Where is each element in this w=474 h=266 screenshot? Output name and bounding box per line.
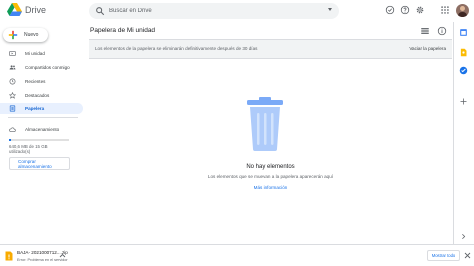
sidebar-item-label: Compartidos conmigo: [25, 65, 70, 70]
app-name[interactable]: Drive: [25, 5, 46, 15]
show-all-downloads-button[interactable]: Mostrar todo: [427, 250, 460, 261]
shared-icon: [9, 65, 16, 70]
star-icon: [9, 92, 16, 99]
keep-icon[interactable]: [459, 48, 468, 57]
empty-trash-illustration-icon: [247, 97, 283, 151]
chevron-up-icon[interactable]: [59, 253, 66, 258]
empty-trash-button[interactable]: Vaciar la papelera: [409, 46, 446, 51]
cloud-icon: [9, 127, 16, 132]
sidebar-item-starred[interactable]: Destacados: [0, 90, 83, 101]
sidebar-item-label: Recientes: [25, 79, 46, 84]
download-status: Error: Problema en el servidor: [17, 258, 68, 262]
empty-state-subtitle: Los elementos que se muevan a la papeler…: [207, 174, 334, 179]
sidebar-item-recent[interactable]: Recientes: [0, 76, 83, 87]
settings-icon[interactable]: [415, 5, 425, 15]
search-input[interactable]: [109, 5, 309, 17]
storage-usage-text: 640,6 MB de 15 GB utilizado(s): [9, 144, 48, 154]
info-icon[interactable]: [437, 26, 447, 36]
avatar-body: [458, 12, 467, 17]
my-drive-icon: [9, 51, 16, 56]
sidebar-item-trash[interactable]: Papelera: [0, 103, 83, 114]
warning-file-icon: [5, 251, 13, 261]
apps-grid-icon[interactable]: [440, 5, 450, 15]
buy-storage-label: Comprar almacenamiento: [18, 159, 52, 169]
show-all-label: Mostrar todo: [431, 253, 456, 258]
drive-logo-icon[interactable]: [7, 3, 22, 16]
tasks-icon[interactable]: [459, 66, 468, 75]
list-view-icon[interactable]: [420, 26, 430, 36]
sidebar-item-storage[interactable]: Almacenamiento: [0, 124, 83, 135]
trash-notice-banner: Los elementos de la papelera se eliminar…: [89, 40, 452, 59]
empty-state-title: No hay elementos: [246, 164, 295, 170]
calendar-icon[interactable]: [459, 28, 468, 37]
search-options-icon[interactable]: [328, 8, 332, 11]
page-title: Papelera de Mi unidad: [90, 27, 156, 34]
storage-progress-bar: [9, 139, 69, 141]
sidebar-item-label: Papelera: [25, 106, 45, 111]
avatar-face: [460, 6, 465, 11]
sidebar-item-my-drive[interactable]: Mi unidad: [0, 48, 83, 59]
account-avatar[interactable]: [456, 4, 469, 17]
search-icon[interactable]: [95, 6, 105, 16]
download-bar: BAJA- 2021000712....zip Error: Problema …: [0, 244, 474, 266]
side-panel: [453, 22, 474, 244]
sidebar-divider: [8, 117, 78, 118]
clock-icon: [9, 78, 16, 85]
help-icon[interactable]: [400, 5, 410, 15]
new-button-label: Nuevo: [24, 32, 39, 38]
trash-notice-text: Los elementos de la papelera se eliminar…: [95, 46, 258, 51]
sidebar-item-shared[interactable]: Compartidos conmigo: [0, 62, 83, 73]
plus-icon: [8, 30, 18, 40]
sidebar-item-label: Destacados: [25, 93, 50, 98]
add-addon-icon[interactable]: [459, 97, 468, 106]
more-info-link[interactable]: Más información: [89, 185, 452, 190]
app-header: Drive: [0, 0, 474, 22]
buy-storage-button[interactable]: Comprar almacenamiento: [9, 157, 70, 170]
offline-ready-icon[interactable]: [385, 5, 395, 15]
chevron-right-icon[interactable]: [459, 232, 468, 241]
sidebar-item-label: Mi unidad: [25, 51, 45, 56]
close-icon[interactable]: [464, 252, 471, 259]
new-button[interactable]: Nuevo: [3, 28, 48, 42]
trash-icon: [9, 105, 16, 112]
sidebar-item-label: Almacenamiento: [25, 127, 60, 132]
storage-progress-fill: [9, 139, 12, 141]
search-box[interactable]: [89, 3, 339, 19]
